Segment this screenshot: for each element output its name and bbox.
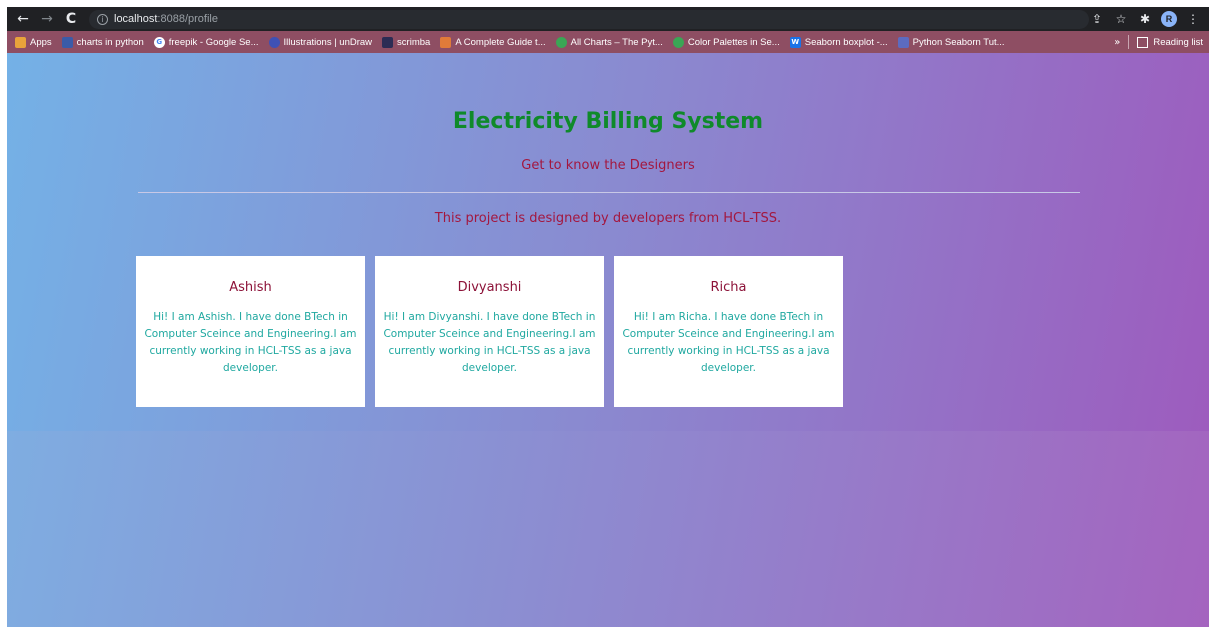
designer-name: Ashish (229, 280, 272, 295)
address-bar[interactable]: i localhost:8088/profile (89, 9, 1089, 29)
designer-card: Divyanshi Hi! I am Divyanshi. I have don… (375, 256, 604, 407)
bookmark-apps[interactable]: Apps (15, 36, 52, 48)
designer-name: Richa (710, 280, 747, 295)
page-viewport: Electricity Billing System Get to know t… (7, 53, 1209, 627)
bookmark-seaborn-boxplot[interactable]: W Seaborn boxplot -... (789, 36, 888, 48)
bookmark-all-charts[interactable]: All Charts – The Pyt... (555, 36, 663, 48)
designer-cards: Ashish Hi! I am Ashish. I have done BTec… (136, 256, 853, 407)
bookmark-complete-guide[interactable]: A Complete Guide t... (440, 36, 546, 48)
bookmarks-bar: Apps charts in python Gfreepik - Google … (7, 31, 1209, 53)
bookmark-scrimba[interactable]: scrimba (382, 36, 430, 48)
bookmark-color-palettes[interactable]: Color Palettes in Se... (672, 36, 780, 48)
scrimba-icon (382, 36, 394, 48)
url-path: :8088/profile (157, 13, 218, 25)
profile-avatar[interactable]: R (1161, 11, 1177, 27)
url-host: localhost (114, 13, 158, 25)
designer-card: Ashish Hi! I am Ashish. I have done BTec… (136, 256, 365, 407)
designer-card: Richa Hi! I am Richa. I have done BTech … (614, 256, 843, 407)
bookmarks-divider (1128, 35, 1130, 49)
profile-section: Electricity Billing System Get to know t… (7, 53, 1209, 431)
bookmark-undraw[interactable]: Illustrations | unDraw (268, 36, 372, 48)
undraw-icon (268, 36, 280, 48)
page-title: Electricity Billing System (452, 109, 764, 134)
w3-icon: W (789, 36, 801, 48)
site-icon (61, 36, 73, 48)
python-graph-icon (555, 36, 567, 48)
star-icon[interactable]: ☆ (1111, 9, 1131, 29)
share-icon[interactable]: ⇪ (1087, 9, 1107, 29)
divider (138, 192, 1080, 193)
list-icon (897, 36, 909, 48)
bookmarks-right: » Reading list (1114, 31, 1203, 53)
site-info-icon[interactable]: i (97, 13, 108, 25)
menu-dots-icon[interactable]: ⋮ (1183, 9, 1203, 29)
bookmark-freepik[interactable]: Gfreepik - Google Se... (153, 36, 259, 48)
css-tricks-icon (440, 36, 452, 48)
designer-bio: Hi! I am Divyanshi. I have done BTech in… (383, 311, 596, 374)
back-arrow-icon[interactable]: ← (13, 9, 33, 29)
palette-icon (672, 36, 684, 48)
forward-arrow-icon[interactable]: → (37, 9, 57, 29)
reading-list-icon[interactable] (1137, 36, 1149, 48)
reload-icon[interactable]: C (61, 9, 81, 29)
apps-grid-icon (15, 36, 26, 48)
designer-name: Divyanshi (457, 280, 522, 295)
bookmarks-overflow-icon[interactable]: » (1114, 37, 1120, 48)
reading-list-label[interactable]: Reading list (1153, 37, 1203, 48)
designer-bio: Hi! I am Ashish. I have done BTech in Co… (144, 311, 357, 374)
bookmark-python-seaborn[interactable]: Python Seaborn Tut... (897, 36, 1005, 48)
google-icon: G (153, 36, 165, 48)
designer-bio: Hi! I am Richa. I have done BTech in Com… (622, 311, 835, 374)
extensions-icon[interactable]: ✱ (1135, 9, 1155, 29)
bookmark-charts-in-python[interactable]: charts in python (61, 36, 144, 48)
browser-window: ← → C i localhost:8088/profile ⇪ ☆ ✱ R ⋮… (7, 7, 1209, 627)
browser-toolbar: ← → C i localhost:8088/profile ⇪ ☆ ✱ R ⋮ (7, 7, 1209, 31)
toolbar-actions: ⇪ ☆ ✱ R ⋮ (1083, 7, 1209, 31)
intro-text: This project is designed by developers f… (434, 211, 782, 226)
page-subtitle: Get to know the Designers (521, 158, 695, 173)
